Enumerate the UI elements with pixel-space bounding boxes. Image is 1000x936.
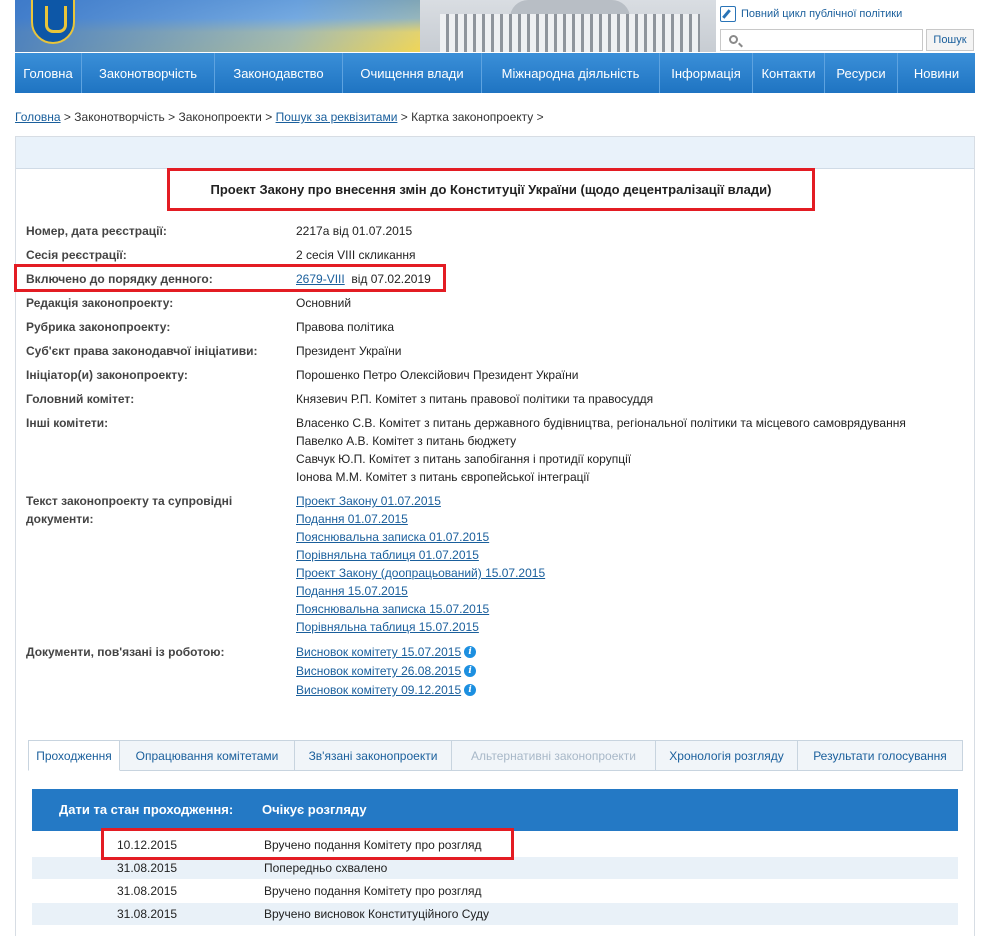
related-doc-item: Висновок комітету 26.08.2015 i (296, 662, 477, 680)
coat-of-arms-icon[interactable] (31, 0, 75, 44)
nav-item-news[interactable]: Новини (898, 53, 975, 93)
field-label-documents: Текст законопроекту та супровідні (26, 494, 233, 508)
breadcrumb-sep: > (60, 110, 75, 124)
field-value-rubric: Правова політика (296, 320, 395, 334)
field-label-documents-2: документи: (26, 512, 94, 526)
nav-item-legislation[interactable]: Законодавство (215, 53, 343, 93)
nav-item-information[interactable]: Інформація (660, 53, 753, 93)
document-link[interactable]: Порівняльна таблиця 01.07.2015 (296, 546, 479, 564)
field-label-session: Сесія реєстрації: (26, 248, 127, 262)
row-date: 31.08.2015 (117, 884, 178, 898)
table-row: 31.08.2015 Вручено висновок Конституційн… (32, 903, 958, 925)
committee-conclusion-link[interactable]: Висновок комітету 15.07.2015 (296, 645, 461, 659)
row-date: 31.08.2015 (117, 907, 178, 921)
tab-alternative-bills: Альтернативні законопроекти (452, 740, 656, 771)
row-highlight-box (101, 828, 514, 860)
document-link[interactable]: Подання 15.07.2015 (296, 582, 408, 600)
other-committee-item: Павелко А.В. Комітет з питань бюджету (296, 434, 517, 448)
field-value-initiator: Порошенко Петро Олексійович Президент Ук… (296, 368, 579, 382)
search-box[interactable] (720, 29, 923, 51)
breadcrumb-bill-card: Картка законопроекту (411, 110, 534, 124)
field-label-rubric: Рубрика законопроекту: (26, 320, 171, 334)
related-doc-item: Висновок комітету 15.07.2015 i (296, 643, 477, 661)
search-input[interactable] (745, 31, 920, 49)
committee-conclusion-link[interactable]: Висновок комітету 09.12.2015 (296, 683, 461, 697)
field-value-subject: Президент України (296, 344, 402, 358)
nav-item-contacts[interactable]: Контакти (753, 53, 825, 93)
row-date: 31.08.2015 (117, 861, 178, 875)
search-icon (729, 35, 738, 44)
tab-committee-processing[interactable]: Опрацювання комітетами (120, 740, 295, 771)
document-link[interactable]: Проект Закону 01.07.2015 (296, 492, 441, 510)
document-link[interactable]: Пояснювальна записка 01.07.2015 (296, 528, 489, 546)
table-row: 31.08.2015 Вручено подання Комітету про … (32, 880, 958, 902)
info-icon[interactable]: i (464, 665, 477, 677)
breadcrumb-sep: > (261, 110, 276, 124)
document-link[interactable]: Подання 01.07.2015 (296, 510, 408, 528)
public-policy-cycle-label: Повний цикл публічної політики (741, 8, 903, 20)
progress-header-label: Дати та стан проходження: (59, 802, 234, 817)
progress-table-header: Дати та стан проходження: Очікує розгляд… (32, 789, 958, 831)
breadcrumb-sep: > (164, 110, 179, 124)
field-value-edition: Основний (296, 296, 352, 310)
other-committee-item: Іонова М.М. Комітет з питань європейсько… (296, 470, 590, 484)
nav-item-lustration[interactable]: Очищення влади (343, 53, 482, 93)
breadcrumb-search[interactable]: Пошук за реквізитами (276, 110, 398, 124)
tab-review-chronology[interactable]: Хронологія розгляду (656, 740, 798, 771)
field-value-number: 2217а від 01.07.2015 (296, 224, 413, 238)
other-committee-item: Власенко С.В. Комітет з питань державног… (296, 416, 906, 430)
field-value-session: 2 сесія VIII скликання (296, 248, 416, 262)
header-banner (15, 0, 716, 52)
field-label-number: Номер, дата реєстрації: (26, 224, 167, 238)
field-label-other-committees: Інші комітети: (26, 416, 109, 430)
breadcrumb-bills: Законопроекти (178, 110, 262, 124)
breadcrumb-sep: > (397, 110, 412, 124)
breadcrumb-home[interactable]: Головна (15, 110, 61, 124)
field-label-subject: Суб'єкт права законодавчої ініціативи: (26, 344, 258, 358)
bill-title: Проект Закону про внесення змін до Конст… (167, 168, 815, 211)
field-label-main-committee: Головний комітет: (26, 392, 135, 406)
related-doc-item: Висновок комітету 09.12.2015 i (296, 681, 477, 699)
row-status: Вручено висновок Конституційного Суду (264, 907, 490, 921)
progress-status: Очікує розгляду (262, 802, 367, 817)
edit-icon (720, 6, 736, 22)
panel-header (16, 137, 974, 169)
main-nav: Головна Законотворчість Законодавство Оч… (15, 53, 975, 93)
field-label-initiator: Ініціатор(и) законопроекту: (26, 368, 188, 382)
tab-voting-results[interactable]: Результати голосування (798, 740, 963, 771)
other-committee-item: Савчук Ю.П. Комітет з питань запобігання… (296, 452, 632, 466)
info-icon[interactable]: i (464, 684, 477, 696)
tab-linked-bills[interactable]: Зв'язані законопроекти (295, 740, 452, 771)
agenda-highlight-box (14, 264, 446, 292)
nav-item-home[interactable]: Головна (15, 53, 82, 93)
row-status: Попередньо схвалено (264, 861, 388, 875)
parliament-building-image (420, 0, 716, 52)
field-label-related-docs: Документи, пов'язані із роботою: (26, 645, 225, 659)
breadcrumb-tail: > (533, 110, 544, 124)
document-link[interactable]: Проект Закону (доопрацьований) 15.07.201… (296, 564, 545, 582)
field-value-main-committee: Князевич Р.П. Комітет з питань правової … (296, 392, 654, 406)
document-link[interactable]: Порівняльна таблиця 15.07.2015 (296, 618, 479, 636)
breadcrumb-lawmaking: Законотворчість (74, 110, 165, 124)
row-status: Вручено подання Комітету про розгляд (264, 884, 482, 898)
nav-item-resources[interactable]: Ресурси (825, 53, 898, 93)
public-policy-cycle-link[interactable]: Повний цикл публічної політики (720, 6, 902, 22)
nav-item-international[interactable]: Міжнародна діяльність (482, 53, 660, 93)
bill-tabs: Проходження Опрацювання комітетами Зв'яз… (28, 740, 963, 771)
building-columns (440, 14, 700, 52)
search-button[interactable]: Пошук (926, 29, 974, 51)
tab-passage[interactable]: Проходження (28, 740, 120, 771)
info-icon[interactable]: i (464, 646, 477, 658)
field-label-edition: Редакція законопроекту: (26, 296, 174, 310)
document-link[interactable]: Пояснювальна записка 15.07.2015 (296, 600, 489, 618)
breadcrumb: Головна > Законотворчість > Законопроект… (15, 110, 544, 124)
table-row: 31.08.2015 Попередньо схвалено (32, 857, 958, 879)
committee-conclusion-link[interactable]: Висновок комітету 26.08.2015 (296, 664, 461, 678)
nav-item-lawmaking[interactable]: Законотворчість (82, 53, 215, 93)
